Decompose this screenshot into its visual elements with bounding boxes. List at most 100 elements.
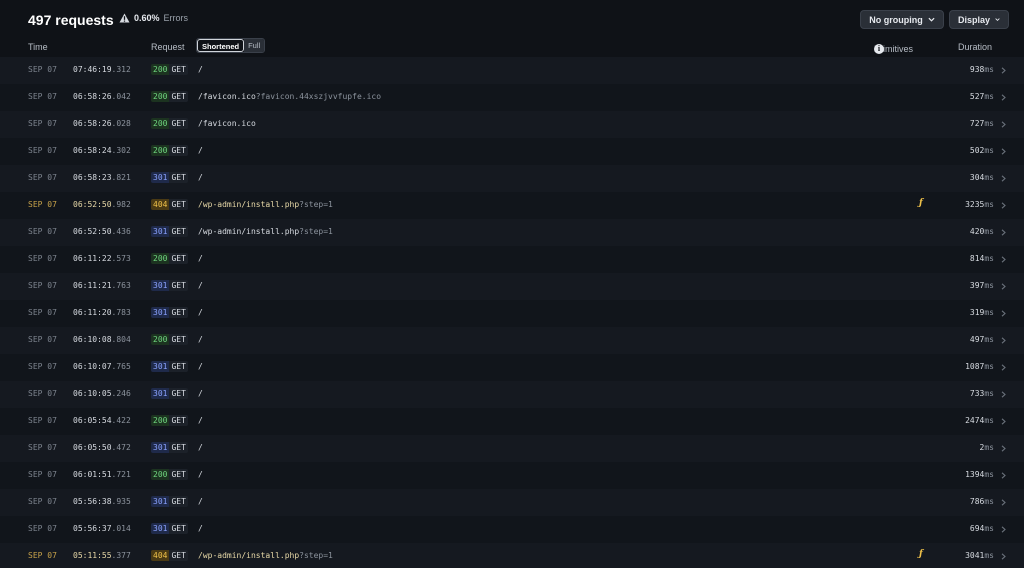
row-time-hms: 05:11:55 xyxy=(73,551,112,560)
row-time-ms: .821 xyxy=(111,173,131,182)
row-time-ms: .765 xyxy=(111,362,131,371)
table-row[interactable]: SEP 07 06:58:23.821 301 GET / 304ms xyxy=(0,165,1024,192)
row-time-ms: .028 xyxy=(111,119,131,128)
column-time[interactable]: Time xyxy=(28,42,48,52)
row-date: SEP 07 xyxy=(28,335,57,344)
row-duration: 3041ms xyxy=(965,551,994,560)
row-duration-unit: ms xyxy=(984,335,994,344)
column-duration[interactable]: Duration xyxy=(958,42,992,52)
row-time: 06:01:51.721 xyxy=(73,470,131,479)
chevron-right-icon[interactable] xyxy=(1001,148,1006,155)
chevron-right-icon[interactable] xyxy=(1001,67,1006,74)
http-method: GET xyxy=(169,307,188,318)
chevron-right-icon[interactable] xyxy=(1001,391,1006,398)
table-row[interactable]: SEP 07 06:11:21.763 301 GET / 397ms xyxy=(0,273,1024,300)
row-duration-value: 938 xyxy=(969,65,985,74)
table-row[interactable]: SEP 07 06:58:26.028 200 GET/favicon.ico 727m… xyxy=(0,111,1024,138)
row-time-hms: 05:56:37 xyxy=(73,524,112,533)
row-time: 06:58:24.302 xyxy=(73,146,131,155)
row-duration: 938ms xyxy=(970,65,994,74)
toggle-shortened[interactable]: Shortened xyxy=(197,39,245,52)
table-row[interactable]: SEP 07 05:56:37.014 301 GET / 694ms xyxy=(0,516,1024,543)
table-row[interactable]: SEP 07 05:56:38.935 301 GET / 786ms xyxy=(0,489,1024,516)
table-row[interactable]: SEP 07 06:11:22.573 200 GET / 814ms xyxy=(0,246,1024,273)
row-path: /wp-admin/install.php?step=1 xyxy=(198,227,333,236)
row-duration: 786ms xyxy=(970,497,994,506)
row-date: SEP 07 xyxy=(28,308,57,317)
status-badge: 301 GET xyxy=(151,442,188,453)
row-time-hms: 06:10:08 xyxy=(73,335,112,344)
table-row[interactable]: SEP 07 06:52:50.982 404 GET/wp-admin/instal… xyxy=(0,192,1024,219)
chevron-right-icon[interactable] xyxy=(1001,553,1006,560)
row-duration-value: 1394 xyxy=(965,470,985,479)
row-duration: 1087ms xyxy=(965,362,994,371)
row-date: SEP 07 xyxy=(28,200,57,209)
chevron-right-icon[interactable] xyxy=(1001,445,1006,452)
table-row[interactable]: SEP 07 06:05:54.422 200 GET / 2474ms xyxy=(0,408,1024,435)
chevron-right-icon[interactable] xyxy=(1001,121,1006,128)
row-duration-value: 397 xyxy=(969,281,985,290)
chevron-right-icon[interactable] xyxy=(1001,283,1006,290)
status-badge: 200 GET xyxy=(151,253,188,264)
table-row[interactable]: SEP 07 06:52:50.436 301 GET/wp-admin/instal… xyxy=(0,219,1024,246)
chevron-right-icon[interactable] xyxy=(1001,175,1006,182)
chevron-right-icon[interactable] xyxy=(1001,310,1006,317)
chevron-right-icon[interactable] xyxy=(1001,202,1006,209)
info-icon[interactable]: i xyxy=(874,44,884,54)
chevron-right-icon[interactable] xyxy=(1001,499,1006,506)
row-path-base: / xyxy=(198,524,203,533)
status-badge: 301 GET xyxy=(151,280,188,291)
row-date: SEP 07 xyxy=(28,92,57,101)
row-duration-unit: ms xyxy=(984,551,994,560)
chevron-right-icon[interactable] xyxy=(1001,418,1006,425)
table-row[interactable]: SEP 07 06:10:08.804 200 GET / 497ms xyxy=(0,327,1024,354)
row-path-base: /wp-admin/install.php xyxy=(198,551,300,560)
toggle-full[interactable]: Full xyxy=(244,39,265,52)
table-row[interactable]: SEP 07 06:01:51.721 200 GET / 1394ms xyxy=(0,462,1024,489)
row-duration: 304ms xyxy=(970,173,994,182)
status-code: 301 xyxy=(151,307,170,318)
chevron-right-icon[interactable] xyxy=(1001,472,1006,479)
chevron-right-icon[interactable] xyxy=(1001,256,1006,263)
table-row[interactable]: SEP 07 06:11:20.783 301 GET / 319ms xyxy=(0,300,1024,327)
table-row[interactable]: SEP 07 06:05:50.472 301 GET / 2ms xyxy=(0,435,1024,462)
http-method: GET xyxy=(169,388,188,399)
table-row[interactable]: SEP 07 06:10:07.765 301 GET / 1087ms xyxy=(0,354,1024,381)
row-time-ms: .377 xyxy=(111,551,131,560)
row-time: 06:11:21.763 xyxy=(73,281,131,290)
table-row[interactable]: SEP 07 06:10:05.246 301 GET / 733ms xyxy=(0,381,1024,408)
row-duration-unit: ms xyxy=(984,92,994,101)
table-row[interactable]: SEP 07 06:58:24.302 200 GET / 502ms xyxy=(0,138,1024,165)
row-path: / xyxy=(198,308,203,317)
chevron-right-icon[interactable] xyxy=(1001,94,1006,101)
row-path: / xyxy=(198,281,203,290)
table-row[interactable]: SEP 07 07:46:19.312 200 GET / 938ms xyxy=(0,57,1024,84)
row-path-query: ?step=1 xyxy=(299,227,333,236)
display-dropdown[interactable]: Display xyxy=(949,10,1009,29)
status-code: 200 xyxy=(151,253,170,264)
chevron-right-icon[interactable] xyxy=(1001,229,1006,236)
row-time-ms: .422 xyxy=(111,416,131,425)
row-time-ms: .783 xyxy=(111,308,131,317)
row-duration-unit: ms xyxy=(984,173,994,182)
url-mode-toggle: Shortened Full xyxy=(196,38,266,53)
table-row[interactable]: SEP 07 05:11:55.377 404 GET/wp-admin/instal… xyxy=(0,543,1024,568)
chevron-right-icon[interactable] xyxy=(1001,526,1006,533)
row-duration-unit: ms xyxy=(984,497,994,506)
row-duration: 1394ms xyxy=(965,470,994,479)
row-time: 06:52:50.436 xyxy=(73,227,131,236)
grouping-dropdown[interactable]: No grouping xyxy=(860,10,944,29)
row-duration: 397ms xyxy=(970,281,994,290)
chevron-right-icon[interactable] xyxy=(1001,364,1006,371)
table-row[interactable]: SEP 07 06:58:26.042 200 GET/favicon.ico?fav… xyxy=(0,84,1024,111)
row-time-ms: .982 xyxy=(111,200,131,209)
status-code: 200 xyxy=(151,91,170,102)
row-path-base: / xyxy=(198,362,203,371)
chevron-right-icon[interactable] xyxy=(1001,337,1006,344)
status-badge: 404 GET xyxy=(151,199,188,210)
row-duration-value: 3235 xyxy=(965,200,985,209)
row-time-hms: 06:52:50 xyxy=(73,200,112,209)
status-code: 404 xyxy=(151,199,170,210)
row-time-hms: 06:58:26 xyxy=(73,119,112,128)
grouping-label: No grouping xyxy=(869,14,923,25)
